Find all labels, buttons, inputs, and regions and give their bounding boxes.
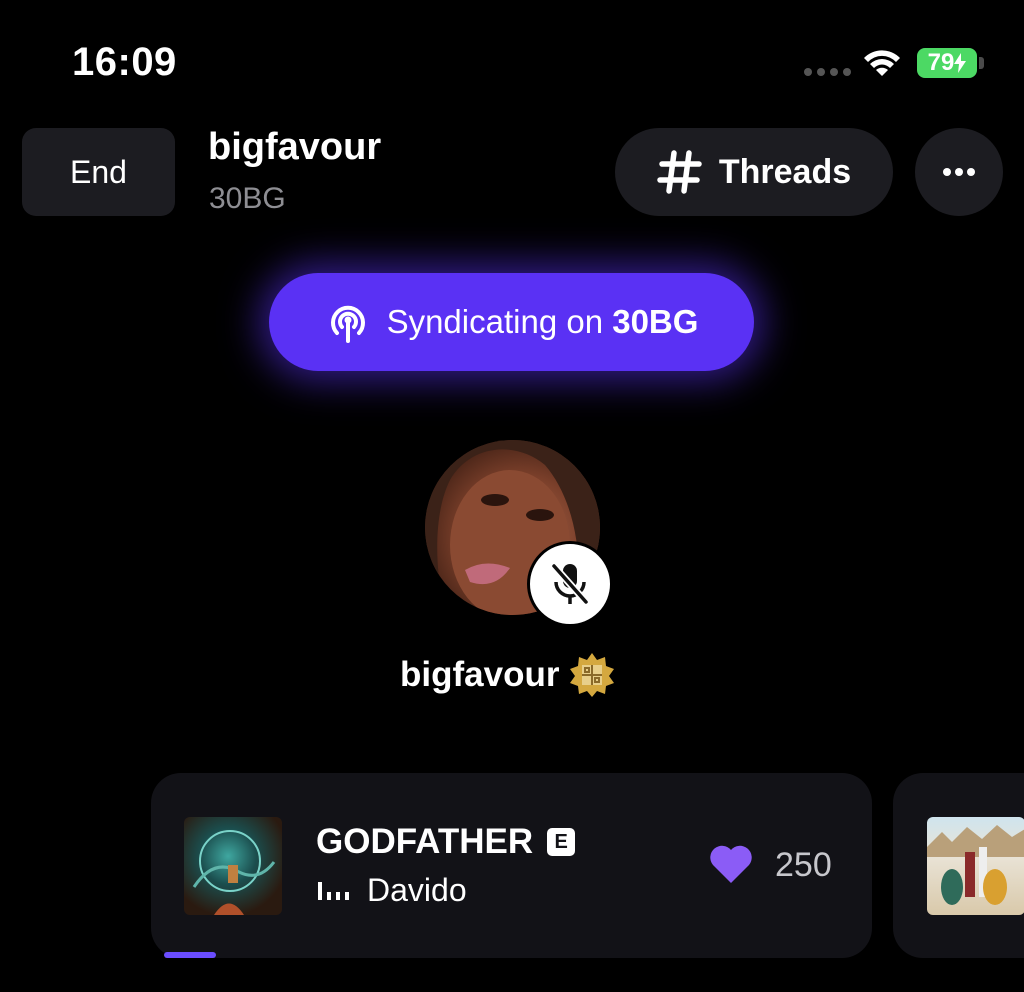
speaker-name: bigfavour (400, 655, 560, 694)
song-title: GODFATHER (316, 822, 534, 861)
syndicating-target: 30BG (612, 303, 699, 340)
broadcast-icon (330, 305, 365, 343)
artist-row: Davido (318, 872, 467, 909)
hash-icon (657, 150, 702, 194)
threads-button[interactable]: Threads (615, 128, 893, 216)
more-icon (943, 168, 975, 176)
syndicating-prefix: Syndicating on (386, 303, 613, 340)
next-album-cover[interactable] (927, 817, 1024, 915)
equalizer-icon (318, 881, 349, 900)
like-count: 250 (775, 846, 832, 884)
more-button[interactable] (915, 128, 1003, 216)
song-title-row: GODFATHER E (316, 822, 576, 862)
speaker-name-row: bigfavour (400, 652, 615, 698)
playback-progress (164, 952, 216, 958)
end-button[interactable]: End (22, 128, 175, 216)
verified-badge-icon (570, 653, 615, 697)
threads-label: Threads (718, 152, 852, 191)
syndicating-button[interactable]: Syndicating on 30BG (269, 273, 754, 371)
wifi-icon (862, 46, 902, 83)
like-button[interactable] (708, 843, 754, 890)
battery-indicator: 79 (917, 48, 977, 78)
room-title: bigfavour (208, 126, 382, 168)
status-time: 16:09 (72, 40, 177, 84)
artist-name: Davido (367, 872, 467, 908)
explicit-badge: E (547, 828, 576, 856)
battery-cap (979, 57, 984, 69)
room-subtitle: 30BG (209, 182, 286, 215)
cellular-signal-icon (804, 68, 851, 76)
album-art (192, 830, 276, 915)
battery-level: 79 (927, 49, 955, 76)
mute-indicator (527, 541, 613, 627)
mic-off-icon (551, 563, 589, 605)
heart-icon (710, 845, 752, 883)
album-cover[interactable] (184, 817, 282, 915)
syndicating-text: Syndicating on 30BG (387, 303, 699, 341)
album-art-2 (927, 825, 1024, 905)
charging-icon (954, 53, 967, 73)
